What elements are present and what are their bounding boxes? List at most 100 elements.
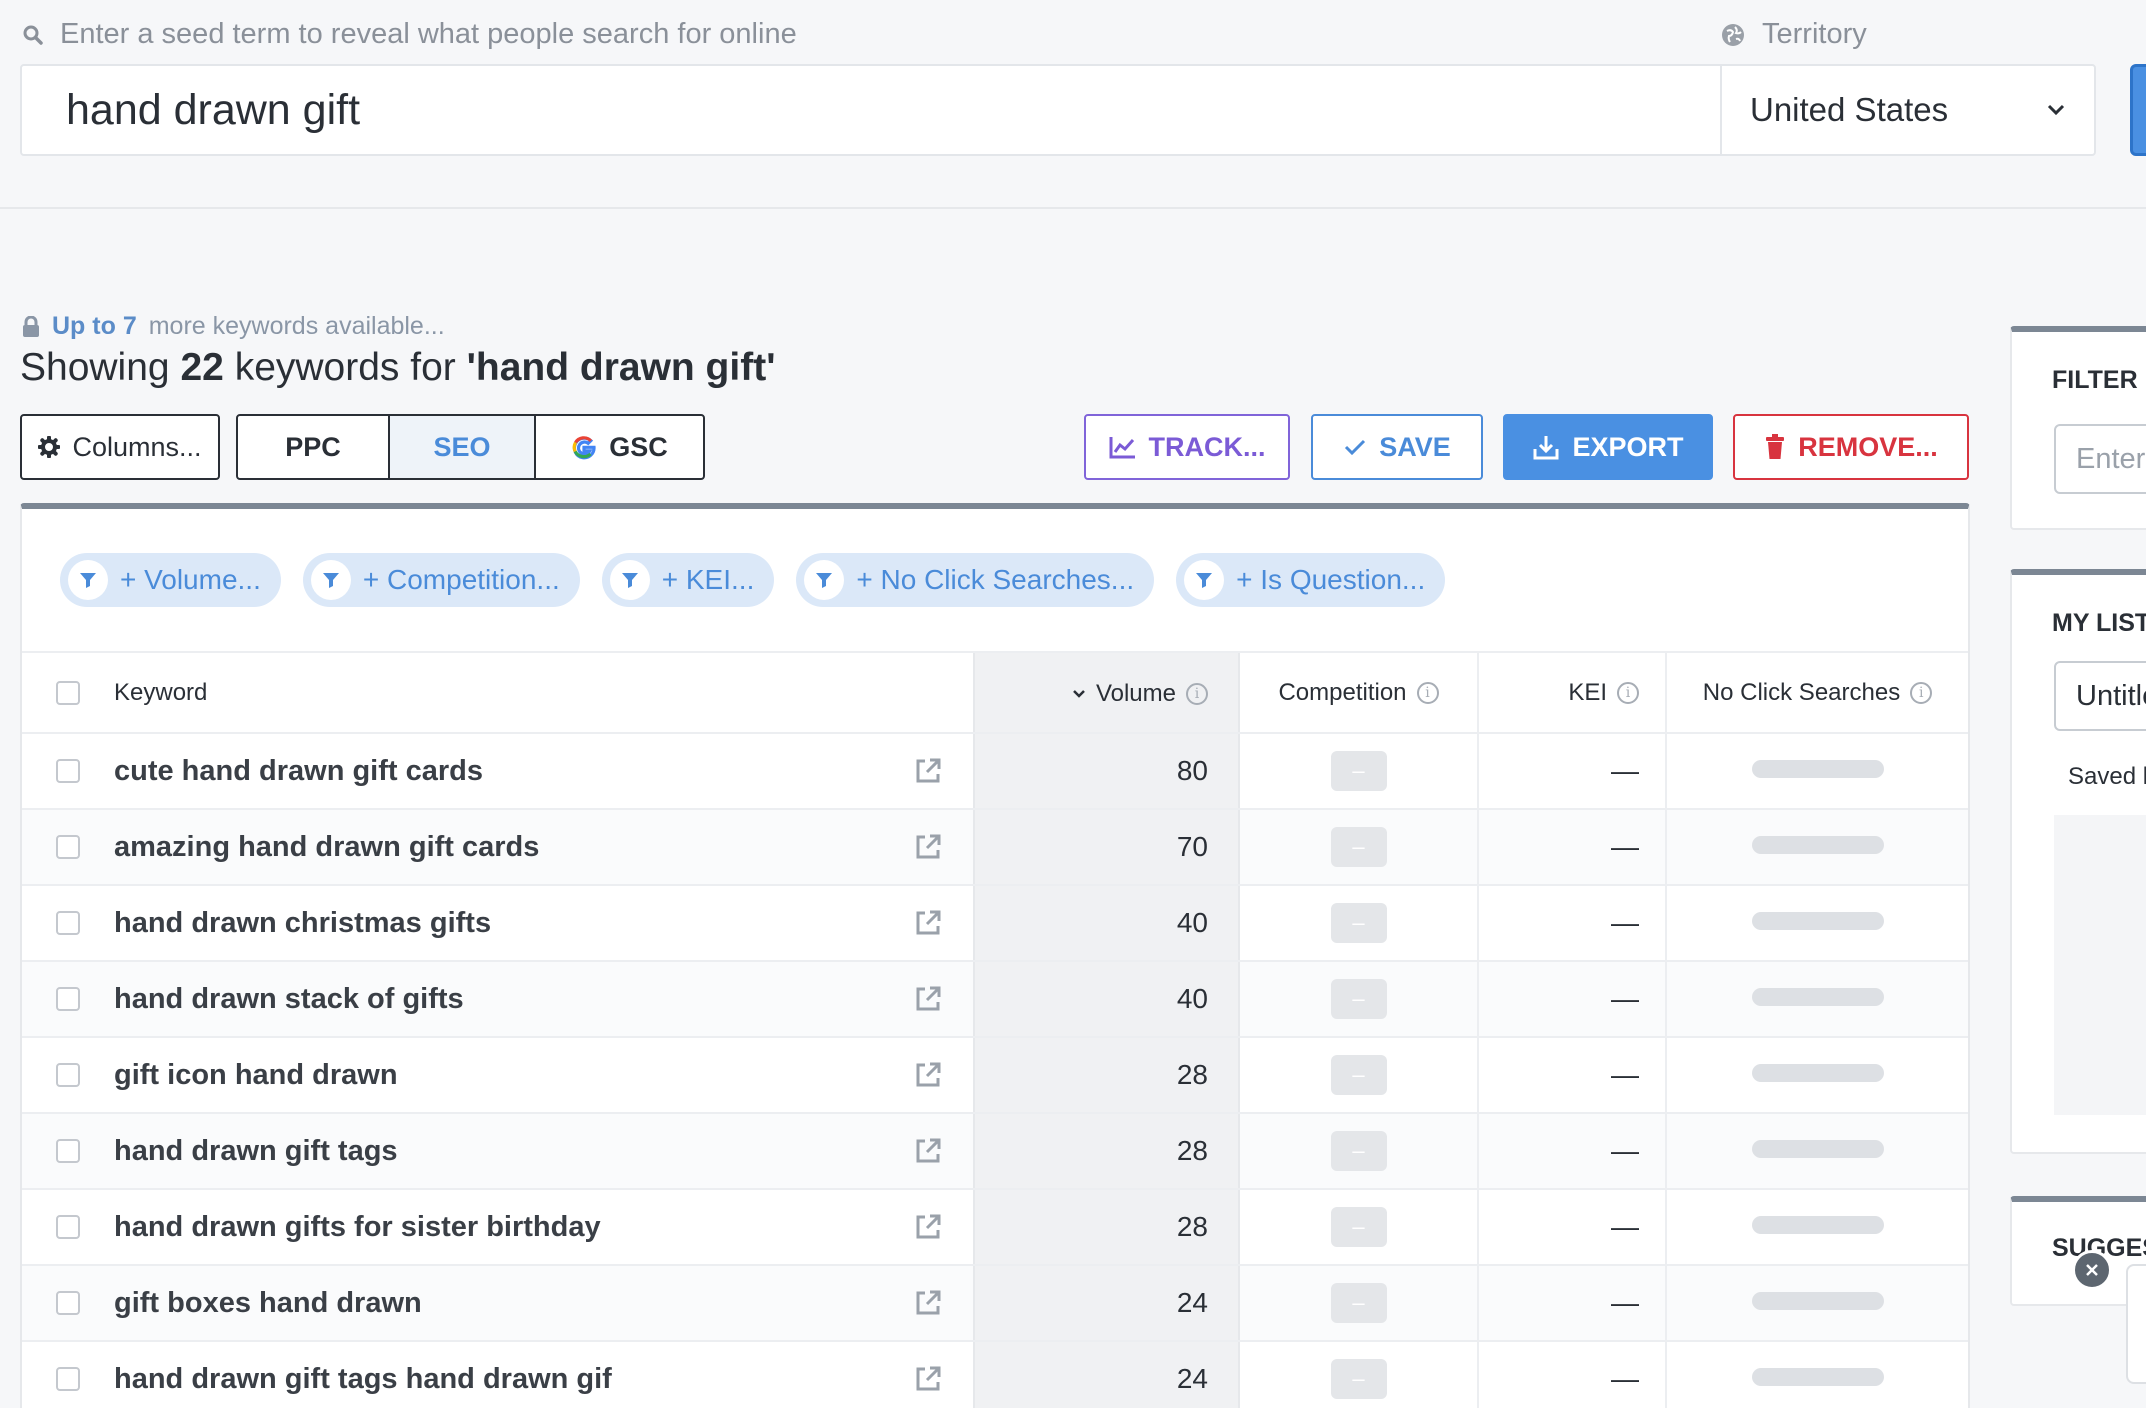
my-lists-title: MY LIST bbox=[2052, 609, 2146, 637]
competition-cell: – bbox=[1239, 1341, 1479, 1408]
tab-gsc[interactable]: GSC bbox=[536, 416, 703, 478]
select-all-checkbox[interactable] bbox=[56, 681, 80, 706]
kei-value: — bbox=[1611, 1363, 1639, 1394]
upsell-notice[interactable]: Up to 7 more keywords available... bbox=[22, 312, 445, 341]
table-row[interactable]: gift icon hand drawn 28 – — bbox=[22, 1037, 1968, 1114]
external-link-icon[interactable] bbox=[913, 1060, 943, 1090]
kei-value: — bbox=[1611, 831, 1639, 862]
search-button[interactable] bbox=[2130, 64, 2146, 156]
remove-button[interactable]: REMOVE... bbox=[1733, 414, 1969, 480]
info-icon[interactable]: i bbox=[1617, 681, 1639, 704]
competition-value: – bbox=[1330, 903, 1387, 943]
row-checkbox[interactable] bbox=[56, 1139, 80, 1163]
chart-line-icon bbox=[1109, 437, 1135, 459]
competition-cell: – bbox=[1239, 1189, 1479, 1266]
external-link-icon[interactable] bbox=[913, 1136, 943, 1166]
external-link-icon[interactable] bbox=[913, 756, 943, 786]
filter-chip-is-question[interactable]: + Is Question... bbox=[1176, 553, 1446, 607]
row-checkbox[interactable] bbox=[56, 759, 80, 783]
external-link-icon[interactable] bbox=[913, 984, 943, 1014]
external-link-icon[interactable] bbox=[913, 1364, 943, 1394]
check-icon bbox=[1345, 439, 1366, 456]
save-button[interactable]: SAVE bbox=[1311, 414, 1483, 480]
filter-icon bbox=[68, 560, 108, 600]
filter-chip-no-click[interactable]: + No Click Searches... bbox=[796, 553, 1155, 607]
no-click-placeholder-bar bbox=[1751, 1215, 1884, 1234]
row-checkbox[interactable] bbox=[56, 1063, 80, 1087]
row-checkbox[interactable] bbox=[56, 1215, 80, 1239]
volume-cell: 70 bbox=[973, 809, 1240, 886]
no-click-placeholder-bar bbox=[1751, 1063, 1884, 1082]
no-click-cell bbox=[1666, 1341, 1968, 1408]
row-checkbox[interactable] bbox=[56, 911, 80, 935]
table-row[interactable]: hand drawn gift tags 28 – — bbox=[22, 1113, 1968, 1190]
no-click-placeholder-bar bbox=[1751, 1139, 1884, 1158]
competition-value: – bbox=[1330, 1131, 1387, 1171]
keywords-panel: + Volume... + Competition... + KEI... + … bbox=[20, 503, 1970, 1408]
tab-seo[interactable]: SEO bbox=[390, 416, 536, 478]
suggestion-popup bbox=[2126, 1264, 2146, 1384]
column-volume[interactable]: Volume i bbox=[973, 653, 1240, 734]
upsell-text: more keywords available... bbox=[148, 312, 445, 340]
columns-button[interactable]: Columns... bbox=[20, 414, 220, 480]
keyword-text: hand drawn gift tags bbox=[114, 1134, 398, 1167]
filter-chip-volume[interactable]: + Volume... bbox=[60, 553, 281, 607]
competition-cell: – bbox=[1239, 1037, 1479, 1114]
row-checkbox[interactable] bbox=[56, 835, 80, 859]
competition-cell: – bbox=[1239, 885, 1479, 962]
row-check-cell bbox=[22, 961, 90, 1038]
external-link-icon[interactable] bbox=[913, 832, 943, 862]
kei-cell: — bbox=[1478, 1189, 1667, 1266]
table-row[interactable]: amazing hand drawn gift cards 70 – — bbox=[22, 809, 1968, 886]
tab-ppc[interactable]: PPC bbox=[238, 416, 390, 478]
list-name-input[interactable]: Untitle bbox=[2054, 661, 2146, 731]
row-checkbox[interactable] bbox=[56, 1291, 80, 1315]
external-link-icon[interactable] bbox=[913, 908, 943, 938]
table-row[interactable]: gift boxes hand drawn 24 – — bbox=[22, 1265, 1968, 1342]
filter-chip-competition[interactable]: + Competition... bbox=[302, 553, 580, 607]
row-check-cell bbox=[22, 809, 90, 886]
table-row[interactable]: hand drawn gift tags hand drawn gif 24 – — bbox=[22, 1341, 1968, 1408]
external-link-icon[interactable] bbox=[913, 1212, 943, 1242]
table-row[interactable]: hand drawn stack of gifts 40 – — bbox=[22, 961, 1968, 1038]
column-competition[interactable]: Competition i bbox=[1239, 653, 1479, 734]
column-keyword[interactable]: Keyword bbox=[90, 653, 974, 734]
saved-keywords-label: Saved k bbox=[2068, 763, 2146, 790]
filter-chip-kei[interactable]: + KEI... bbox=[601, 553, 775, 607]
external-link-icon[interactable] bbox=[913, 1288, 943, 1318]
search-hint-text: Enter a seed term to reveal what people … bbox=[60, 18, 797, 50]
close-button[interactable] bbox=[2072, 1250, 2112, 1290]
info-icon[interactable]: i bbox=[1416, 681, 1439, 704]
volume-value: 70 bbox=[1176, 831, 1208, 862]
info-icon[interactable]: i bbox=[1186, 682, 1208, 705]
volume-cell: 28 bbox=[973, 1113, 1240, 1190]
competition-value: – bbox=[1330, 1359, 1387, 1399]
no-click-cell bbox=[1666, 1113, 1968, 1190]
trash-icon bbox=[1766, 434, 1785, 459]
table-row[interactable]: hand drawn gifts for sister birthday 28 – — bbox=[22, 1189, 1968, 1266]
competition-cell: – bbox=[1239, 733, 1479, 810]
keyword-text: amazing hand drawn gift cards bbox=[114, 830, 540, 863]
globe-icon bbox=[1722, 23, 1744, 46]
row-checkbox[interactable] bbox=[56, 987, 80, 1011]
row-checkbox[interactable] bbox=[56, 1367, 80, 1391]
territory-label: Territory bbox=[1762, 18, 1867, 50]
table-row[interactable]: cute hand drawn gift cards 80 – — bbox=[22, 733, 1968, 810]
download-icon bbox=[1533, 436, 1559, 460]
row-check-cell bbox=[22, 733, 90, 810]
kei-cell: — bbox=[1478, 1113, 1667, 1190]
filter-icon bbox=[804, 560, 845, 600]
territory-value: United States bbox=[1750, 91, 1949, 128]
kei-cell: — bbox=[1478, 961, 1667, 1038]
search-input[interactable] bbox=[22, 66, 1722, 154]
export-button[interactable]: EXPORT bbox=[1503, 414, 1713, 480]
kei-cell: — bbox=[1478, 809, 1667, 886]
column-kei[interactable]: KEI i bbox=[1478, 653, 1667, 734]
territory-select[interactable]: United States bbox=[1722, 66, 2094, 154]
table-row[interactable]: hand drawn christmas gifts 40 – — bbox=[22, 885, 1968, 962]
track-button[interactable]: TRACK... bbox=[1084, 414, 1290, 480]
info-icon[interactable]: i bbox=[1910, 681, 1933, 704]
no-click-placeholder-bar bbox=[1751, 835, 1884, 854]
filter-results-input[interactable]: Enter bbox=[2054, 424, 2146, 494]
column-no-click-searches[interactable]: No Click Searches i bbox=[1666, 653, 1968, 734]
